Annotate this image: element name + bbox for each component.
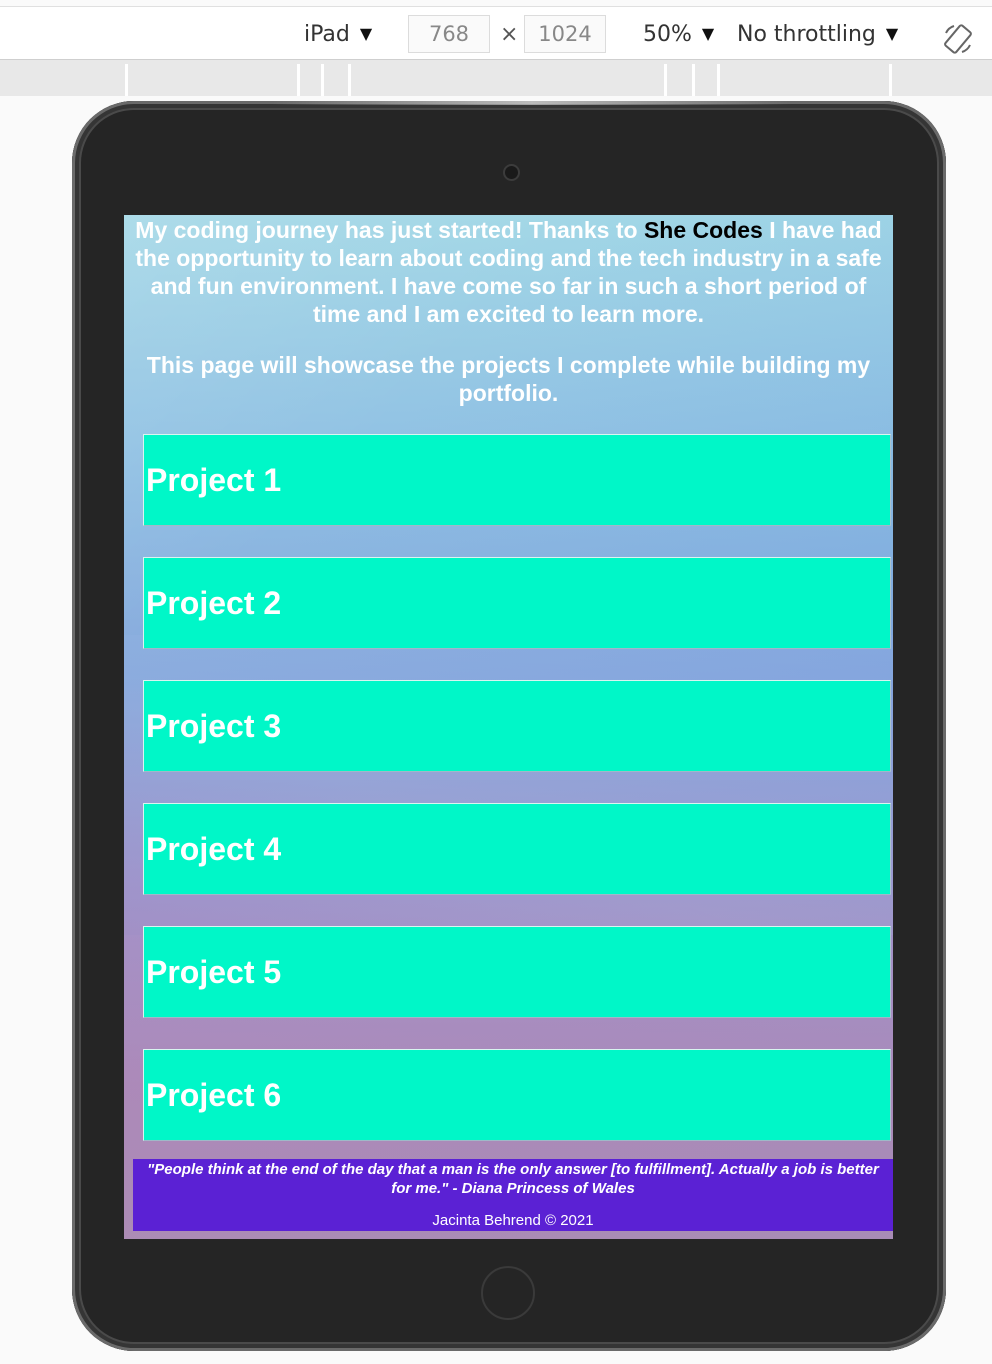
intro-section: My coding journey has just started! Than… <box>124 216 893 407</box>
ruler-tick <box>692 64 695 96</box>
project-card-6[interactable]: Project 6 <box>143 1049 891 1141</box>
intro-paragraph: My coding journey has just started! Than… <box>130 216 887 328</box>
throttling-select-label: No throttling <box>737 22 876 47</box>
home-button[interactable] <box>481 1266 535 1320</box>
device-select[interactable]: iPad ▼ <box>304 17 372 53</box>
rotate-icon[interactable] <box>942 23 974 55</box>
chevron-down-icon: ▼ <box>885 24 899 43</box>
throttling-select[interactable]: No throttling ▼ <box>737 17 898 53</box>
ruler-tick <box>664 64 667 96</box>
project-card-2[interactable]: Project 2 <box>143 557 891 649</box>
footer-credit: Jacinta Behrend © 2021 <box>432 1212 594 1229</box>
project-title: Project 6 <box>146 1076 282 1113</box>
project-card-4[interactable]: Project 4 <box>143 803 891 895</box>
project-title: Project 1 <box>146 461 282 498</box>
project-title: Project 4 <box>146 830 282 867</box>
media-query-ruler[interactable] <box>0 60 992 96</box>
footer-quote: "People think at the end of the day that… <box>147 1161 879 1197</box>
camera-icon <box>503 164 520 181</box>
ruler-tick <box>321 64 324 96</box>
device-screen: My coding journey has just started! Than… <box>124 215 893 1239</box>
height-input[interactable]: 1024 <box>524 15 606 53</box>
footer: "People think at the end of the day that… <box>133 1159 893 1231</box>
device-toolbar: iPad ▼ 768 × 1024 50% ▼ No throttling ▼ <box>0 6 992 60</box>
chevron-down-icon: ▼ <box>701 24 715 43</box>
she-codes-link[interactable]: She Codes <box>644 217 763 243</box>
zoom-select[interactable]: 50% ▼ <box>643 17 714 53</box>
project-title: Project 2 <box>146 584 282 621</box>
width-input[interactable]: 768 <box>408 15 490 53</box>
intro-showcase-paragraph: This page will showcase the projects I c… <box>146 352 871 406</box>
project-card-3[interactable]: Project 3 <box>143 680 891 772</box>
project-card-5[interactable]: Project 5 <box>143 926 891 1018</box>
ruler-tick <box>889 64 892 96</box>
ruler-tick <box>717 64 720 96</box>
chevron-down-icon: ▼ <box>359 24 373 43</box>
intro-text-start: My coding journey has just started! Than… <box>135 217 644 243</box>
ruler-tick <box>125 64 128 96</box>
project-title: Project 5 <box>146 953 282 990</box>
ruler-tick <box>297 64 300 96</box>
projects-list: Project 1 Project 2 Project 3 Project 4 … <box>143 434 891 1172</box>
project-card-1[interactable]: Project 1 <box>143 434 891 526</box>
ruler-tick <box>348 64 351 96</box>
dimension-separator: × <box>500 22 519 47</box>
device-select-label: iPad <box>304 22 350 47</box>
project-title: Project 3 <box>146 707 282 744</box>
zoom-select-label: 50% <box>643 22 692 47</box>
